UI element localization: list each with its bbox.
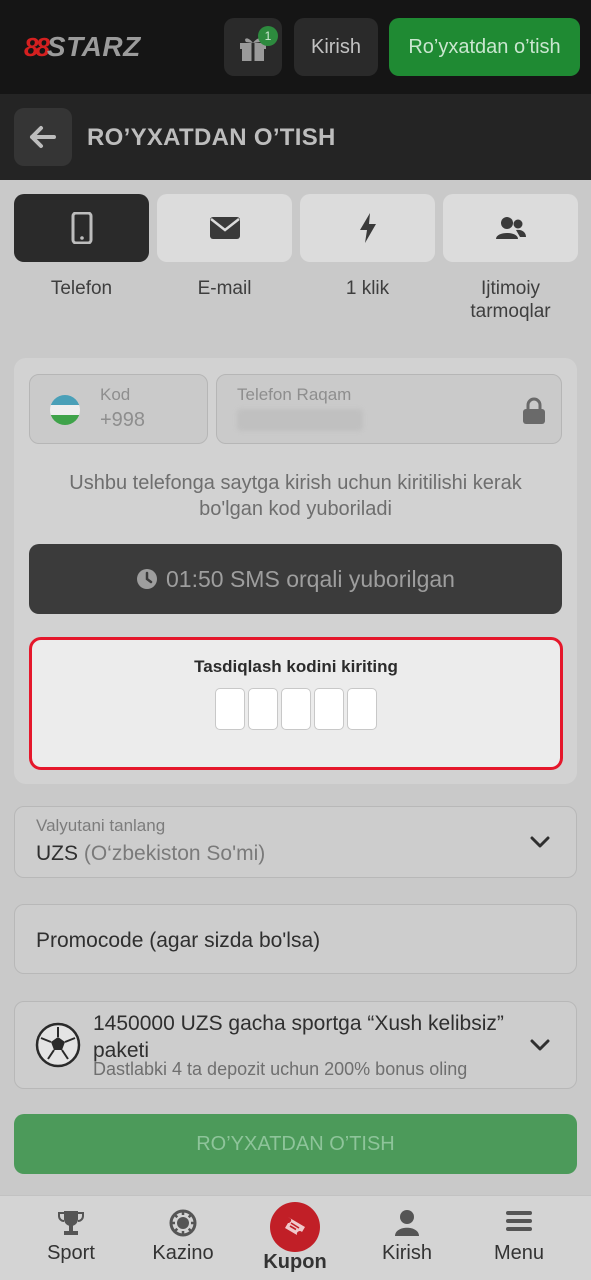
- currency-label: Valyutani tanlang: [36, 816, 166, 835]
- bottom-navigation: Sport Kazino Kupon Kirish Menu: [0, 1195, 591, 1280]
- sms-sent-button[interactable]: 01:50 SMS orqali yuborilgan: [29, 544, 562, 614]
- code-digit-3[interactable]: [281, 688, 311, 730]
- phone-number-masked-value: [237, 409, 363, 431]
- currency-code: UZS: [36, 842, 78, 865]
- tab-telefon[interactable]: [14, 194, 149, 262]
- code-digit-2[interactable]: [248, 688, 278, 730]
- nav-menu-label: Menu: [493, 1242, 545, 1264]
- soccer-ball-icon: [35, 1022, 81, 1068]
- hamburger-icon: [506, 1211, 532, 1231]
- casino-chip-icon: [169, 1209, 197, 1237]
- code-digit-1[interactable]: [215, 688, 245, 730]
- tab-one-click[interactable]: [300, 194, 435, 262]
- nav-sport[interactable]: Sport: [16, 1196, 126, 1280]
- phone-number-label: Telefon Raqam: [237, 385, 352, 404]
- clock-icon: [137, 569, 158, 589]
- tab-label-one-click: 1 klik: [345, 278, 390, 299]
- lock-icon: [523, 397, 545, 424]
- currency-select[interactable]: Valyutani tanlang UZS (O‘zbekiston So'mi…: [14, 806, 577, 878]
- chevron-down-icon: [530, 1039, 550, 1051]
- arrow-left-icon: [30, 126, 56, 148]
- verification-title: Tasdiqlash kodini kiriting: [194, 657, 398, 676]
- bonus-subtitle: Dastlabki 4 ta depozit uchun 200% bonus …: [93, 1059, 468, 1079]
- phone-icon: [71, 212, 92, 244]
- users-icon: [495, 217, 526, 239]
- tab-email[interactable]: [157, 194, 292, 262]
- kupon-badge: [270, 1202, 320, 1252]
- ticket-icon: [285, 1217, 305, 1235]
- nav-kirish-label: Kirish: [381, 1242, 432, 1264]
- sms-info-text: Ushbu telefonga saytga kirish uchun kiri…: [69, 472, 522, 520]
- country-code-value: +998: [100, 409, 146, 431]
- nav-kazino-label: Kazino: [152, 1242, 214, 1264]
- nav-menu[interactable]: Menu: [464, 1196, 574, 1280]
- register-button[interactable]: Ro’yxatdan o’tish: [389, 18, 580, 76]
- logo-mark: 88: [24, 31, 50, 62]
- logo-word: STARZ: [46, 31, 141, 62]
- bonus-title: 1450000 UZS gacha sportga “Xush kelibsiz…: [93, 1012, 504, 1062]
- country-code-field[interactable]: Kod +998: [29, 374, 208, 444]
- page-title: RO’YXATDAN O’TISH: [87, 124, 336, 151]
- uzbekistan-flag-icon: [50, 395, 80, 425]
- page-titlebar: RO’YXATDAN O’TISH: [0, 94, 591, 180]
- chevron-down-icon: [530, 836, 550, 848]
- envelope-icon: [209, 217, 240, 239]
- country-code-label: Kod: [100, 385, 131, 404]
- currency-name: (O‘zbekiston So'mi): [83, 842, 266, 865]
- sms-sent-label: SMS orqali yuborilgan: [229, 565, 455, 592]
- brand-logo[interactable]: 88 STARZ: [24, 30, 141, 64]
- nav-sport-label: Sport: [47, 1242, 95, 1264]
- login-button[interactable]: Kirish: [294, 18, 378, 76]
- currency-value: UZS (O‘zbekiston So'mi): [36, 842, 265, 866]
- tab-label-social: Ijtimoiy tarmoqlar: [470, 278, 551, 322]
- trophy-icon: [58, 1211, 84, 1235]
- code-digit-5[interactable]: [347, 688, 377, 730]
- nav-kupon[interactable]: Kupon: [240, 1196, 350, 1280]
- nav-kazino[interactable]: Kazino: [128, 1196, 238, 1280]
- lightning-icon: [359, 213, 376, 243]
- user-icon: [395, 1210, 419, 1236]
- nav-kupon-label: Kupon: [263, 1251, 327, 1273]
- tab-label-telefon: Telefon: [50, 278, 113, 299]
- verification-code-panel: Tasdiqlash kodini kiriting: [29, 637, 563, 770]
- promocode-input[interactable]: Promocode (agar sizda bo'lsa): [14, 904, 577, 974]
- tab-social[interactable]: [443, 194, 578, 262]
- gift-count-badge: 1: [258, 26, 278, 46]
- top-header: 88 STARZ 1 Kirish Ro’yxatdan o’tish: [0, 0, 591, 94]
- gift-button[interactable]: 1: [224, 18, 282, 76]
- code-digit-4[interactable]: [314, 688, 344, 730]
- promocode-placeholder: Promocode (agar sizda bo'lsa): [36, 929, 321, 952]
- tab-label-email: E-mail: [197, 278, 252, 299]
- register-submit-button[interactable]: RO’YXATDAN O’TISH: [14, 1114, 577, 1174]
- phone-number-field[interactable]: Telefon Raqam: [216, 374, 562, 444]
- bonus-select[interactable]: 1450000 UZS gacha sportga “Xush kelibsiz…: [14, 1001, 577, 1089]
- nav-kirish[interactable]: Kirish: [352, 1196, 462, 1280]
- back-button[interactable]: [14, 108, 72, 166]
- sms-timer: 01:50: [166, 565, 224, 592]
